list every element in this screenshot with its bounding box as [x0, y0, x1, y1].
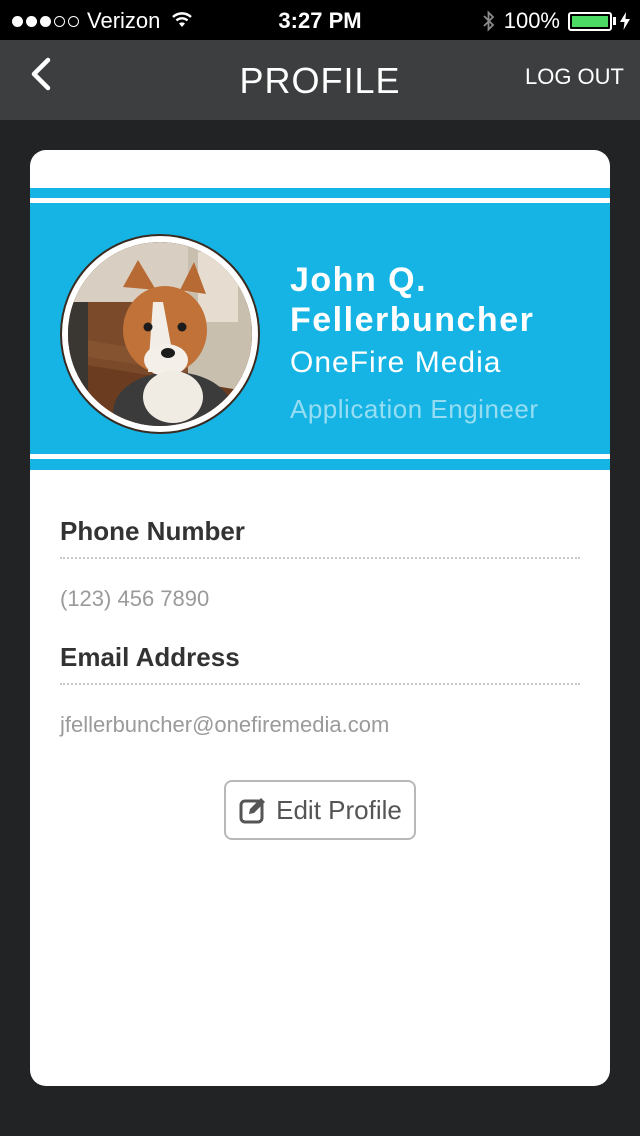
edit-profile-label: Edit Profile — [276, 794, 402, 825]
banner-stripe-top — [30, 198, 610, 203]
battery-tip — [613, 17, 616, 25]
charging-icon — [620, 12, 630, 30]
phone-label: Phone Number — [60, 516, 580, 559]
profile-job-title: Application Engineer — [290, 394, 539, 424]
profile-card: John Q. Fellerbuncher OneFire Media Appl… — [30, 150, 610, 1086]
email-value: jfellerbuncher@onefiremedia.com — [60, 712, 390, 737]
profile-company: OneFire Media — [290, 346, 502, 379]
avatar — [60, 234, 260, 434]
logout-button[interactable]: LOG OUT — [525, 64, 624, 90]
email-label: Email Address — [60, 642, 580, 685]
bluetooth-icon — [482, 10, 496, 32]
nav-bar: PROFILE LOG OUT — [0, 40, 640, 120]
profile-name: John Q. Fellerbuncher — [290, 261, 535, 339]
dog-photo — [68, 242, 252, 426]
battery-icon — [568, 11, 612, 31]
edit-icon — [238, 795, 268, 825]
banner-stripe-bottom — [30, 454, 610, 459]
phone-value: (123) 456 7890 — [60, 586, 210, 611]
profile-banner: John Q. Fellerbuncher OneFire Media Appl… — [30, 188, 610, 470]
battery-percent: 100% — [503, 8, 560, 33]
status-bar: Verizon 3:27 PM 100% — [0, 0, 640, 40]
status-right: 100% — [482, 8, 630, 34]
edit-profile-button[interactable]: Edit Profile — [224, 780, 416, 840]
